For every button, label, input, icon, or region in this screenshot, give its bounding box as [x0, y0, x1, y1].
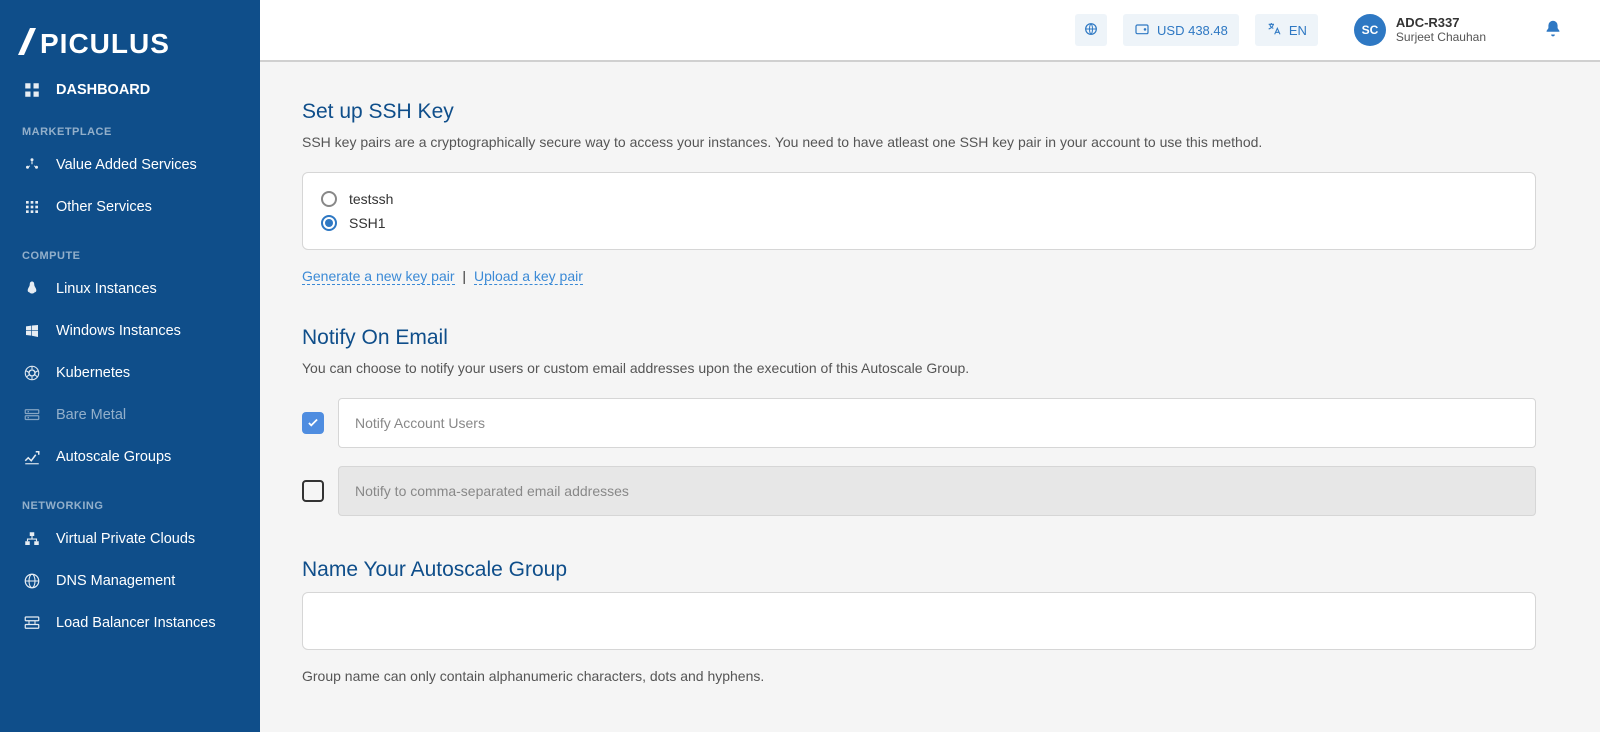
sidebar-item-label: DASHBOARD	[56, 82, 150, 98]
ssh-key-name: SSH1	[349, 215, 386, 231]
sidebar-item-windows[interactable]: Windows Instances	[0, 310, 260, 352]
notify-custom-row: Notify to comma-separated email addresse…	[302, 466, 1536, 516]
sidebar-item-linux[interactable]: Linux Instances	[0, 268, 260, 310]
user-code: ADC-R337	[1396, 16, 1486, 30]
load-balancer-icon	[22, 613, 42, 633]
notify-account-row: Notify Account Users	[302, 398, 1536, 448]
notify-custom-checkbox[interactable]	[302, 480, 324, 502]
globe-icon	[22, 571, 42, 591]
sidebar-item-label: Kubernetes	[56, 365, 130, 381]
world-icon	[1083, 21, 1099, 40]
section-subtitle: You can choose to notify your users or c…	[302, 360, 1536, 376]
dashboard-icon	[22, 80, 42, 100]
network-icon	[22, 529, 42, 549]
translate-icon	[1266, 21, 1282, 40]
link-separator: |	[462, 268, 466, 284]
user-info: ADC-R337 Surjeet Chauhan	[1396, 16, 1486, 43]
language-value: EN	[1289, 23, 1307, 38]
ssh-key-option[interactable]: testssh	[321, 187, 1517, 211]
ssh-link-row: Generate a new key pair | Upload a key p…	[302, 268, 1536, 284]
autoscale-group-name-input[interactable]	[302, 592, 1536, 650]
main: USD 438.48 EN SC ADC-R337 Surjeet Chauha…	[260, 0, 1600, 732]
sidebar-item-label: Load Balancer Instances	[56, 615, 216, 631]
user-menu[interactable]: SC ADC-R337 Surjeet Chauhan	[1354, 14, 1486, 46]
section-title: Set up SSH Key	[302, 100, 1536, 124]
balance-value: USD 438.48	[1157, 23, 1228, 38]
placeholder-text: Notify to comma-separated email addresse…	[355, 483, 629, 499]
upload-keypair-link[interactable]: Upload a key pair	[474, 268, 583, 285]
generate-keypair-link[interactable]: Generate a new key pair	[302, 268, 455, 285]
sidebar-item-other[interactable]: Other Services	[0, 186, 260, 228]
avatar: SC	[1354, 14, 1386, 46]
notify-account-checkbox[interactable]	[302, 412, 324, 434]
sidebar-item-vas[interactable]: Value Added Services	[0, 144, 260, 186]
globe-button[interactable]	[1075, 14, 1107, 46]
sidebar-item-label: Autoscale Groups	[56, 449, 171, 465]
content: Set up SSH Key SSH key pairs are a crypt…	[260, 62, 1600, 732]
services-icon	[22, 155, 42, 175]
brand-logo: PICULUS	[0, 25, 260, 76]
language-chip[interactable]: EN	[1255, 14, 1318, 46]
sidebar-item-label: Virtual Private Clouds	[56, 531, 195, 547]
notify-account-input[interactable]: Notify Account Users	[338, 398, 1536, 448]
user-name: Surjeet Chauhan	[1396, 31, 1486, 44]
sidebar-item-label: Windows Instances	[56, 323, 181, 339]
wallet-icon	[1134, 21, 1150, 40]
sidebar-item-kubernetes[interactable]: Kubernetes	[0, 352, 260, 394]
section-title: Name Your Autoscale Group	[302, 558, 1536, 582]
sidebar-item-label: Linux Instances	[56, 281, 157, 297]
sidebar-section-compute: COMPUTE	[0, 228, 260, 268]
notifications-button[interactable]	[1542, 18, 1564, 43]
sidebar-item-dns[interactable]: DNS Management	[0, 560, 260, 602]
server-icon	[22, 405, 42, 425]
linux-icon	[22, 279, 42, 299]
notify-custom-input[interactable]: Notify to comma-separated email addresse…	[338, 466, 1536, 516]
balance-chip[interactable]: USD 438.48	[1123, 14, 1239, 46]
placeholder-text: Notify Account Users	[355, 415, 485, 431]
sidebar-item-label: Value Added Services	[56, 157, 197, 173]
sidebar: PICULUS DASHBOARD MARKETPLACE Value Adde…	[0, 0, 260, 732]
radio-icon	[321, 191, 337, 207]
sidebar-item-vpc[interactable]: Virtual Private Clouds	[0, 518, 260, 560]
section-name: Name Your Autoscale Group Group name can…	[302, 558, 1536, 684]
sidebar-item-baremetal[interactable]: Bare Metal	[0, 394, 260, 436]
svg-text:PICULUS: PICULUS	[40, 28, 170, 59]
section-title: Notify On Email	[302, 326, 1536, 350]
sidebar-section-marketplace: MARKETPLACE	[0, 104, 260, 144]
topbar: USD 438.48 EN SC ADC-R337 Surjeet Chauha…	[260, 0, 1600, 62]
section-notify: Notify On Email You can choose to notify…	[302, 326, 1536, 516]
sidebar-item-dashboard[interactable]: DASHBOARD	[0, 76, 260, 104]
ssh-key-option[interactable]: SSH1	[321, 211, 1517, 235]
sidebar-item-label: Bare Metal	[56, 407, 126, 423]
name-hint: Group name can only contain alphanumeric…	[302, 668, 1536, 684]
grid-icon	[22, 197, 42, 217]
bell-icon	[1542, 27, 1564, 43]
section-subtitle: SSH key pairs are a cryptographically se…	[302, 134, 1536, 150]
section-ssh: Set up SSH Key SSH key pairs are a crypt…	[302, 100, 1536, 284]
ssh-key-name: testssh	[349, 191, 393, 207]
radio-icon	[321, 215, 337, 231]
sidebar-section-networking: NETWORKING	[0, 478, 260, 518]
sidebar-item-label: DNS Management	[56, 573, 175, 589]
sidebar-item-load-balancer[interactable]: Load Balancer Instances	[0, 602, 260, 644]
ssh-key-list: testssh SSH1	[302, 172, 1536, 250]
windows-icon	[22, 321, 42, 341]
kubernetes-icon	[22, 363, 42, 383]
sidebar-item-label: Other Services	[56, 199, 152, 215]
sidebar-item-autoscale[interactable]: Autoscale Groups	[0, 436, 260, 478]
autoscale-icon	[22, 447, 42, 467]
